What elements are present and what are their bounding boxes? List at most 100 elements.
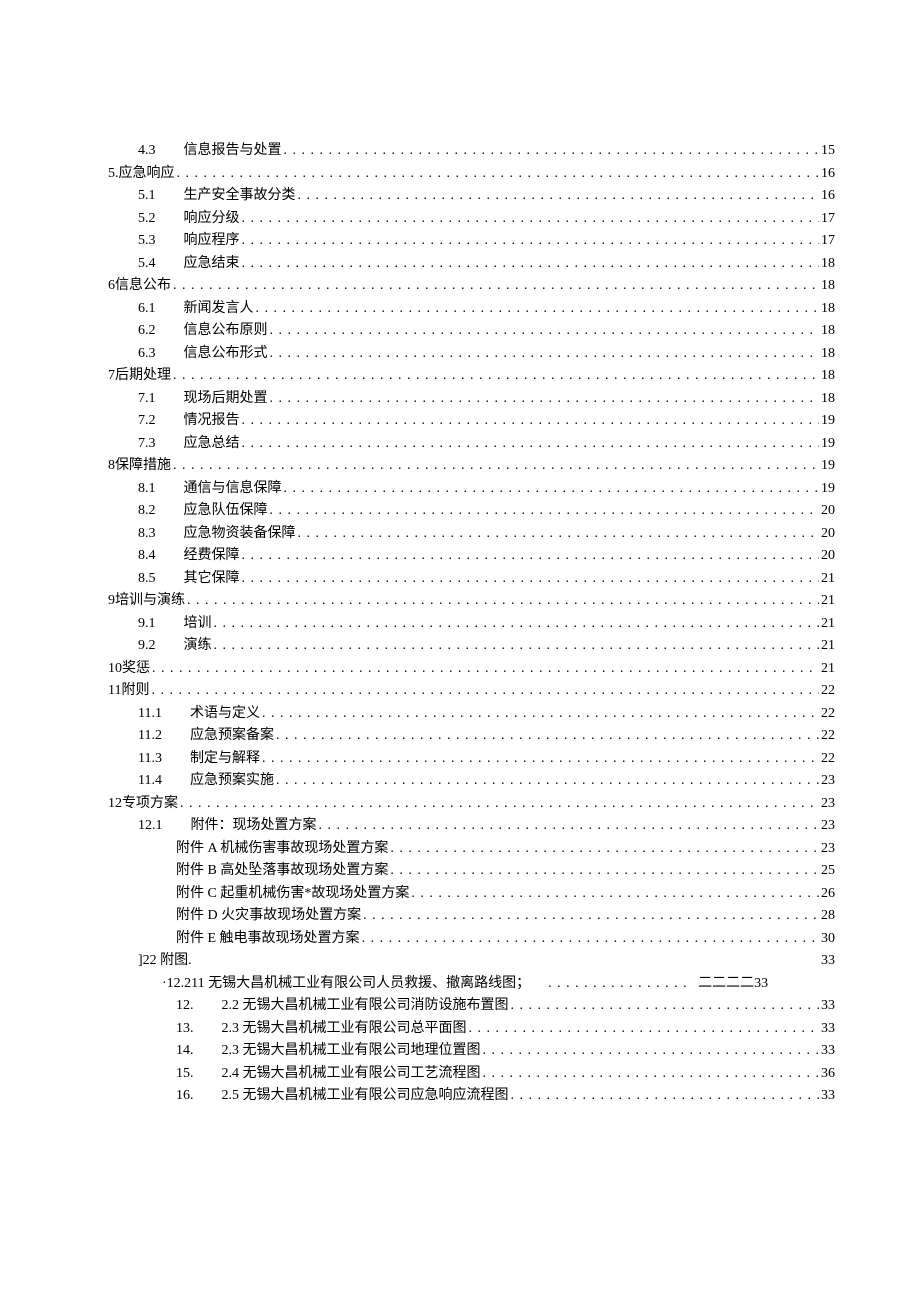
toc-entry-number: 14. (176, 1040, 194, 1061)
toc-entry-title: 现场后期处置 (184, 388, 268, 409)
toc-leader-dots (256, 298, 820, 319)
toc-entry-page: 30 (821, 928, 835, 949)
toc-entry-number: 4.3 (138, 140, 156, 161)
toc-entry-title: 应急总结 (184, 433, 240, 454)
toc-entry-number: 8.3 (138, 523, 156, 544)
toc-entry-title: 附件：现场处置方案 (191, 815, 317, 836)
toc-leader-dots (276, 770, 819, 791)
toc-entry-title: 信息公布 (115, 275, 171, 296)
toc-entry-number: 5.2 (138, 208, 156, 229)
toc-leader-dots (151, 680, 819, 701)
toc-entry-page: 23 (821, 793, 835, 814)
toc-entry-title: ·12.211 无锡大昌机械工业有限公司人员救援、撤离路线图； (162, 973, 530, 994)
toc-entry-title: 响应程序 (184, 230, 240, 251)
toc-entry-number: 8 (108, 455, 115, 476)
toc-entry-number: 7.1 (138, 388, 156, 409)
toc-entry-number: 15. (176, 1063, 194, 1084)
toc-leader-dots (173, 275, 819, 296)
toc-entry-page: 17 (821, 208, 835, 229)
toc-entry: 附件 E 触电事故现场处置方案 30 (108, 928, 835, 949)
toc-entry: 7 后期处理18 (108, 365, 835, 386)
toc-entry-page: 22 (821, 680, 835, 701)
toc-entry-number: 8.5 (138, 568, 156, 589)
toc-entry: 附件 B 高处坠落事故现场处置方案 25 (108, 860, 835, 881)
toc-leader-dots (262, 703, 819, 724)
toc-leader-dots (242, 253, 820, 274)
toc-entry: 附件 A 机械伤害事故现场处置方案 23 (108, 838, 835, 859)
toc-entry-page: 23 (821, 770, 835, 791)
toc-entry-title: 生产安全事故分类 (184, 185, 296, 206)
toc-entry-number: 5.1 (138, 185, 156, 206)
toc-entry-page: 28 (821, 905, 835, 926)
toc-entry-page: 33 (821, 1040, 835, 1061)
toc-entry: 11.1术语与定义22 (108, 703, 835, 724)
toc-entry-number: 8.2 (138, 500, 156, 521)
toc-leader-dots (173, 365, 819, 386)
toc-entry-page: 19 (821, 410, 835, 431)
toc-leader-dots (390, 838, 819, 859)
toc-entry-page: 33 (821, 1085, 835, 1106)
toc-entry-number: 7.2 (138, 410, 156, 431)
toc-entry-title: 响应分级 (184, 208, 240, 229)
toc-entry-title: 附件 B 高处坠落事故现场处置方案 (176, 860, 388, 881)
toc-entry-number: 7 (108, 365, 115, 386)
toc-entry-page: 22 (821, 748, 835, 769)
toc-entry-title: 通信与信息保障 (184, 478, 282, 499)
toc-leader-dots (411, 883, 819, 904)
toc-entry-page: 21 (821, 613, 835, 634)
toc-entry-title: 培训 (184, 613, 212, 634)
toc-entry-number: 6.1 (138, 298, 156, 319)
toc-entry-title: 术语与定义 (190, 703, 260, 724)
toc-entry-title: 专项方案 (122, 793, 178, 814)
toc-entry-page: 18 (821, 343, 835, 364)
toc-entry-page: 19 (821, 433, 835, 454)
toc-leader-dots (270, 500, 820, 521)
toc-entry-page: 20 (821, 523, 835, 544)
toc-leader-dots (390, 860, 819, 881)
toc-entry-page: 33 (821, 950, 835, 971)
toc-entry-number: 9.2 (138, 635, 156, 656)
toc-entry: 附件 D 火灾事故现场处置方案 28 (108, 905, 835, 926)
toc-entry: 6.2信息公布原则18 (108, 320, 835, 341)
toc-entry-title: 应急响应 (119, 163, 175, 184)
toc-entry-page: 15 (821, 140, 835, 161)
toc-entry-page: 33 (821, 995, 835, 1016)
toc-entry-page: 21 (821, 590, 835, 611)
toc-leader-dots (214, 613, 820, 634)
toc-entry-title: 培训与演练 (115, 590, 185, 611)
toc-leader-dots (187, 590, 819, 611)
toc-leader-dots (363, 905, 819, 926)
toc-entry: 10 奖惩21 (108, 658, 835, 679)
toc-entry: 6.1新闻发言人18 (108, 298, 835, 319)
toc-entry-page: 19 (821, 455, 835, 476)
toc-entry: 5.4应急结束18 (108, 253, 835, 274)
toc-entry-number: 6.2 (138, 320, 156, 341)
toc-entry-title: 保障措施 (115, 455, 171, 476)
toc-entry: 11.4应急预案实施23 (108, 770, 835, 791)
toc-leader-dots (483, 1040, 820, 1061)
toc-entry-title: 应急结束 (184, 253, 240, 274)
toc-entry-title: 应急预案实施 (190, 770, 274, 791)
toc-entry-number: 11 (108, 680, 121, 701)
toc-entry-number: 8.4 (138, 545, 156, 566)
toc-entry-page: 18 (821, 388, 835, 409)
toc-entry-title: 附件 C 起重机械伤害*故现场处置方案 (176, 883, 409, 904)
toc-entry: 8.1通信与信息保障19 (108, 478, 835, 499)
toc-leader-dots (242, 568, 820, 589)
toc-leader-dots (270, 343, 820, 364)
toc-entry-page: 22 (821, 703, 835, 724)
toc-entry-page: 20 (821, 545, 835, 566)
toc-entry-title: 附件 D 火灾事故现场处置方案 (176, 905, 361, 926)
toc-entry-title: 应急队伍保障 (184, 500, 268, 521)
toc-entry-title: 附则 (121, 680, 149, 701)
toc-entry: 9.1培训21 (108, 613, 835, 634)
toc-entry-title: ]22 附图. (138, 950, 192, 971)
toc-entry-title: 2.4 无锡大昌机械工业有限公司工艺流程图 (222, 1063, 481, 1084)
toc-entry: 9 培训与演练21 (108, 590, 835, 611)
toc-leader-dots (483, 1063, 820, 1084)
toc-entry-number: 6 (108, 275, 115, 296)
toc-entry-page: 25 (821, 860, 835, 881)
toc-leader-dots (173, 455, 819, 476)
toc-entry-title: 奖惩 (122, 658, 150, 679)
toc-entry-title: 信息报告与处置 (184, 140, 282, 161)
